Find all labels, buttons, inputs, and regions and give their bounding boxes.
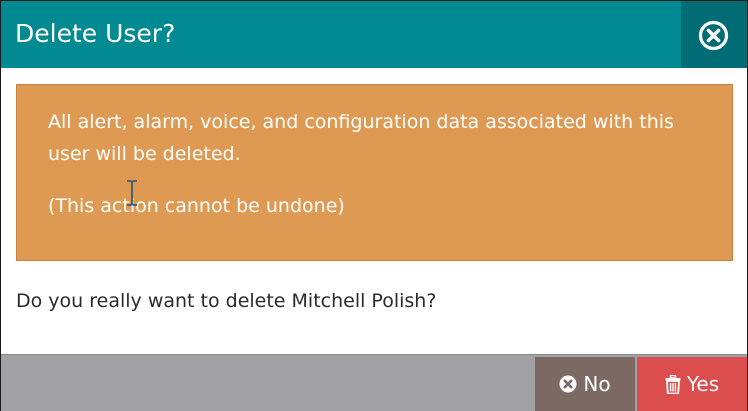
- yes-button[interactable]: Yes: [637, 357, 747, 411]
- trash-icon: [665, 374, 681, 394]
- dialog-header: Delete User?: [1, 1, 747, 68]
- warning-message: All alert, alarm, voice, and configurati…: [48, 111, 674, 165]
- warning-note: (This action cannot be undone): [48, 195, 345, 217]
- dialog-footer: No Yes: [1, 354, 747, 411]
- text-cursor-icon: [127, 180, 137, 206]
- no-button[interactable]: No: [535, 357, 635, 411]
- warning-box: All alert, alarm, voice, and configurati…: [16, 84, 733, 261]
- dialog-title: Delete User?: [15, 19, 176, 48]
- delete-user-dialog: Delete User? All alert, alarm, voice, an…: [0, 0, 748, 411]
- times-circle-icon: [559, 375, 577, 393]
- confirmation-question: Do you really want to delete Mitchell Po…: [16, 290, 437, 312]
- close-circle-icon: [698, 20, 729, 51]
- no-button-label: No: [583, 372, 611, 396]
- close-button[interactable]: [681, 1, 747, 68]
- yes-button-label: Yes: [686, 372, 720, 396]
